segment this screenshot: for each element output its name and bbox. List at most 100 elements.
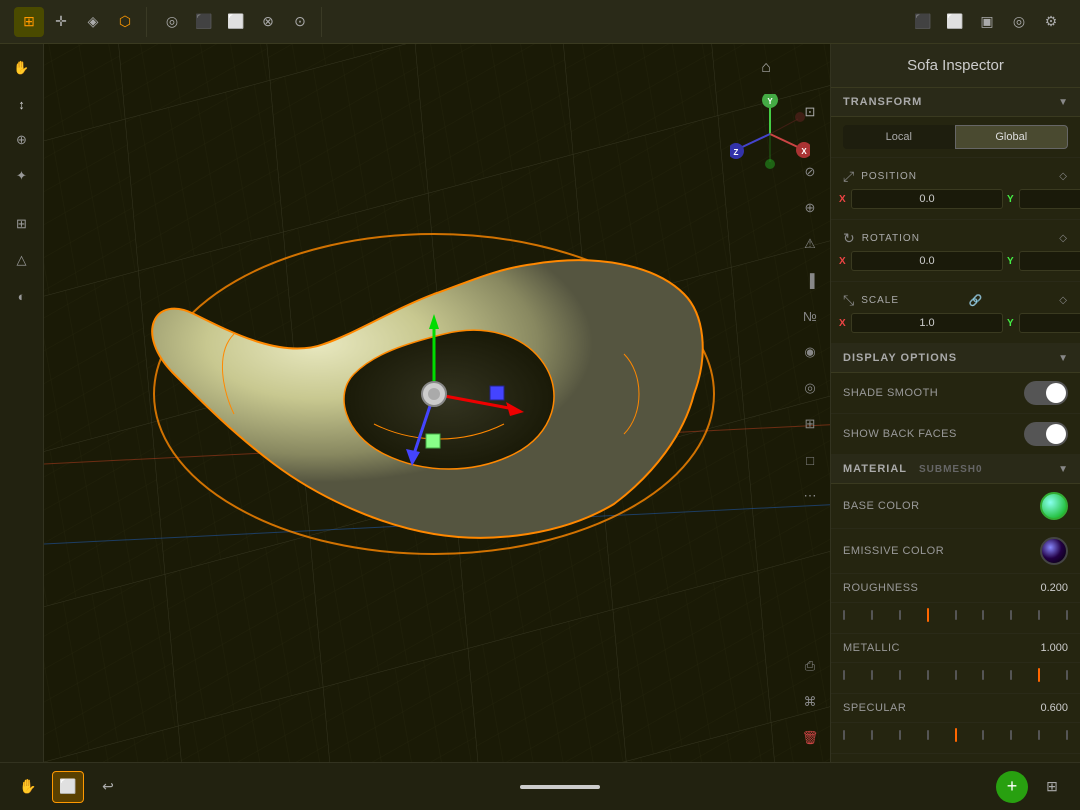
tick (1010, 670, 1012, 680)
move-tool-btn[interactable]: ↕ (6, 88, 38, 120)
position-diamond: ◇ (1059, 171, 1068, 182)
pos-y-input[interactable] (1019, 189, 1080, 209)
specular-slider[interactable] (843, 725, 1068, 745)
tick (871, 730, 873, 740)
snap-vp-btn[interactable]: ⊘ (794, 156, 826, 188)
dots-vp-btn[interactable]: ⋯ (794, 480, 826, 512)
snap-btn[interactable]: ⊞ (6, 208, 38, 240)
undo-btn[interactable]: ↩ (92, 771, 124, 803)
viewport-right-toolbar: ⊘ ⊕ ⚠ ▐ № ◉ ◎ ⊞ □ ⋯ ⎙ ⌘ 🗑 (790, 44, 830, 762)
cursor-tool-btn[interactable]: ✛ (46, 7, 76, 37)
trash-btn[interactable]: 🗑 (794, 722, 826, 754)
top-view-btn[interactable]: ⬜ (940, 7, 970, 37)
grid-layout-btn[interactable]: ⊞ (1036, 771, 1068, 803)
hand-tool-btn[interactable]: ✋ (6, 52, 38, 84)
box-select-btn[interactable]: ⬜ (52, 771, 84, 803)
transform-label: TRANSFORM (843, 96, 922, 108)
node-tool-btn[interactable]: ✦ (6, 160, 38, 192)
num-vp-btn[interactable]: № (794, 300, 826, 332)
tick (843, 730, 845, 740)
metallic-slider[interactable] (843, 665, 1068, 685)
hex-tool-btn[interactable]: ⬡ (110, 7, 140, 37)
add-btn[interactable]: + (996, 771, 1028, 803)
base-color-label: BASE COLOR (843, 500, 920, 512)
front-view-btn[interactable]: ⬛ (908, 7, 938, 37)
scale-x-input[interactable] (851, 313, 1003, 333)
mirror2-btn[interactable]: △ (6, 244, 38, 276)
home-btn[interactable]: ⌂ (750, 52, 782, 84)
metallic-value: 1.000 (1040, 642, 1068, 654)
cube-btn[interactable]: ⬛ (189, 7, 219, 37)
position-section: ⤢ POSITION ◇ X Y Z (831, 158, 1080, 220)
svg-text:Y: Y (767, 97, 773, 106)
tick (1066, 730, 1068, 740)
scale-y-input[interactable] (1019, 313, 1080, 333)
paint-btn[interactable]: ◐ (6, 280, 38, 312)
mat-vp-btn[interactable]: ◎ (794, 372, 826, 404)
side-view-btn[interactable]: ▣ (972, 7, 1002, 37)
pos-x-label: X (839, 194, 849, 205)
panel-title-text: Sofa Inspector (907, 57, 1004, 74)
mirror-btn[interactable]: ⊗ (253, 7, 283, 37)
toolbar-group-pivot: ◎ ⬛ ⬜ ⊗ ⊙ (151, 7, 322, 37)
cmd-btn[interactable]: ⌘ (794, 686, 826, 718)
share-btn[interactable]: ⎙ (794, 650, 826, 682)
settings-btn[interactable]: ⚙ (1036, 7, 1066, 37)
roughness-row: ROUGHNESS 0.200 (831, 574, 1080, 603)
emissive-color-row: EMISSIVE COLOR (831, 529, 1080, 574)
rotate-tool-btn[interactable]: ◈ (78, 7, 108, 37)
cube2-btn[interactable]: ⬜ (221, 7, 251, 37)
panel-vp-btn[interactable]: ▐ (794, 264, 826, 296)
shade-smooth-toggle[interactable] (1024, 381, 1068, 405)
tick (1038, 730, 1040, 740)
tick (1066, 610, 1068, 620)
rotation-x-field: X (839, 251, 1003, 271)
tick (1038, 610, 1040, 620)
first-aid-btn[interactable]: ⊞ (794, 408, 826, 440)
local-btn[interactable]: Local (843, 125, 955, 149)
pivot-btn[interactable]: ◎ (157, 7, 187, 37)
transform-section-header[interactable]: TRANSFORM ▼ (831, 88, 1080, 117)
transform-chevron: ▼ (1058, 97, 1068, 108)
tick (899, 730, 901, 740)
specular-value: 0.600 (1040, 702, 1068, 714)
rotate-tool-btn2[interactable]: ⊕ (6, 124, 38, 156)
display-section-header[interactable]: DISPLAY OPTIONS ▼ (831, 344, 1080, 373)
rotation-label: ROTATION (862, 233, 920, 244)
circle-btn[interactable]: ⊙ (285, 7, 315, 37)
shade-smooth-label: SHADE SMOOTH (843, 387, 938, 399)
rot-y-label: Y (1007, 256, 1017, 267)
tick (1066, 670, 1068, 680)
material-section-header[interactable]: MATERIAL SUBMESH0 ▼ (831, 455, 1080, 484)
tick (955, 610, 957, 620)
right-panel: Sofa Inspector TRANSFORM ▼ Local Global … (830, 44, 1080, 762)
warn-vp-btn[interactable]: ⚠ (794, 228, 826, 260)
emissive-color-swatch[interactable] (1040, 537, 1068, 565)
lock-icon: 🔗 (969, 294, 984, 307)
tick (927, 730, 929, 740)
tick (899, 670, 901, 680)
grid-vp-btn[interactable]: ⊕ (794, 192, 826, 224)
material-label: MATERIAL SUBMESH0 (843, 463, 983, 475)
roughness-slider[interactable] (843, 605, 1068, 625)
viewport[interactable]: Y X Z ⌂ ⊡ ⊘ ⊕ (44, 44, 830, 762)
tick (899, 610, 901, 620)
square-vp-btn[interactable]: □ (794, 444, 826, 476)
rotation-section: ↻ ROTATION ◇ X Y Z (831, 220, 1080, 282)
global-btn[interactable]: Global (955, 125, 1069, 149)
display-chevron: ▼ (1058, 353, 1068, 364)
base-color-swatch[interactable] (1040, 492, 1068, 520)
hand-bottom-btn[interactable]: ✋ (12, 771, 44, 803)
pos-x-input[interactable] (851, 189, 1003, 209)
panel-scroll[interactable]: TRANSFORM ▼ Local Global ⤢ POSITION ◇ X (831, 88, 1080, 762)
local-global-toggle: Local Global (831, 117, 1080, 158)
rot-y-input[interactable] (1019, 251, 1080, 271)
tick (871, 670, 873, 680)
sphere-vp-btn[interactable]: ◉ (794, 336, 826, 368)
scale-label: SCALE (861, 295, 899, 306)
grid-tool-btn[interactable]: ⊞ (14, 7, 44, 37)
show-back-faces-toggle[interactable] (1024, 422, 1068, 446)
rot-x-input[interactable] (851, 251, 1003, 271)
show-back-faces-label: SHOW BACK FACES (843, 428, 957, 440)
persp-view-btn[interactable]: ◎ (1004, 7, 1034, 37)
